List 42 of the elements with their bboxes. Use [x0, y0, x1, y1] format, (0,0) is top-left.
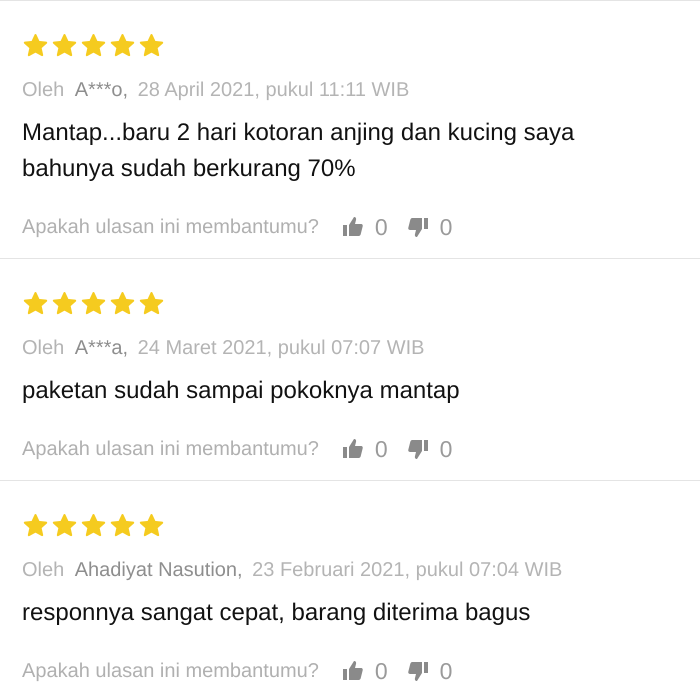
reviewer-name: A***o,: [74, 79, 128, 101]
review-date: 23 Februari 2021, pukul 07:04 WIB: [252, 559, 562, 581]
star-icon: [80, 33, 107, 59]
like-count: 0: [374, 215, 388, 239]
dislike-count: 0: [440, 215, 452, 239]
review-date: 24 Maret 2021, pukul 07:07 WIB: [138, 337, 424, 359]
star-icon: [109, 513, 136, 539]
by-label: Oleh: [22, 559, 64, 581]
by-label: Oleh: [22, 79, 64, 101]
dislike-count: 0: [440, 659, 452, 683]
reviewer-name: A***a,: [74, 337, 128, 359]
star-icon: [51, 291, 78, 317]
review-date: 28 April 2021, pukul 11:11 WIB: [138, 79, 410, 101]
thumbs-down-icon[interactable]: [406, 659, 430, 683]
star-icon: [51, 33, 78, 59]
thumbs-up-icon[interactable]: [340, 659, 365, 683]
review-text: responnya sangat cepat, barang diterima bagus: [22, 598, 532, 628]
star-icon: [80, 513, 107, 539]
reviewer-name: Ahadiyat Nasution,: [74, 559, 243, 581]
star-icon: [138, 513, 165, 539]
star-icon: [22, 33, 49, 59]
like-count: 0: [374, 437, 388, 461]
star-icon: [51, 513, 78, 539]
by-label: Oleh: [22, 337, 64, 359]
helpful-question: Apakah ulasan ini membantumu?: [22, 659, 319, 683]
star-icon: [22, 513, 49, 539]
star-icon: [80, 291, 107, 317]
thumbs-up-icon[interactable]: [340, 215, 365, 239]
review-text: Mantap...baru 2 hari kotoran anjing dan kucing saya bahunya sudah berkurang 70%: [22, 118, 576, 184]
review-text: paketan sudah sampai pokoknya mantap: [22, 376, 461, 406]
thumbs-down-icon[interactable]: [406, 215, 430, 239]
thumbs-up-icon[interactable]: [340, 437, 365, 461]
helpful-question: Apakah ulasan ini membantumu?: [22, 437, 319, 461]
dislike-count: 0: [440, 437, 452, 461]
star-icon: [138, 291, 165, 317]
like-count: 0: [374, 659, 388, 683]
star-icon: [22, 291, 49, 317]
star-icon: [138, 33, 165, 59]
star-icon: [109, 33, 136, 59]
helpful-question: Apakah ulasan ini membantumu?: [22, 215, 319, 239]
star-icon: [109, 291, 136, 317]
thumbs-down-icon[interactable]: [406, 437, 430, 461]
